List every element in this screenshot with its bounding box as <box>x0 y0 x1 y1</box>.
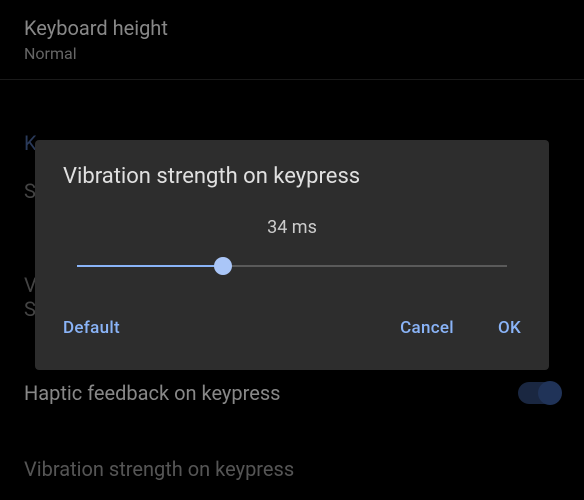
dialog-title: Vibration strength on keypress <box>59 164 525 189</box>
vibration-slider[interactable] <box>77 254 507 278</box>
dialog-actions: Default Cancel OK <box>59 306 525 346</box>
haptic-feedback-item[interactable]: Haptic feedback on keypress <box>0 365 584 421</box>
slider-thumb[interactable] <box>214 257 232 275</box>
vibration-strength-item[interactable]: Vibration strength on keypress <box>0 441 584 497</box>
haptic-feedback-label: Haptic feedback on keypress <box>24 381 280 405</box>
slider-fill <box>77 265 223 267</box>
ok-button[interactable]: OK <box>494 310 525 346</box>
keyboard-height-value: Normal <box>24 44 560 63</box>
slider-value-label: 34 ms <box>59 217 525 238</box>
vibration-dialog: Vibration strength on keypress 34 ms Def… <box>35 140 549 370</box>
cancel-button[interactable]: Cancel <box>396 310 458 346</box>
default-button[interactable]: Default <box>59 310 124 346</box>
toggle-thumb <box>538 381 562 405</box>
haptic-toggle-switch[interactable] <box>518 382 560 404</box>
keyboard-height-item[interactable]: Keyboard height Normal <box>0 0 584 79</box>
keyboard-height-title: Keyboard height <box>24 16 560 40</box>
